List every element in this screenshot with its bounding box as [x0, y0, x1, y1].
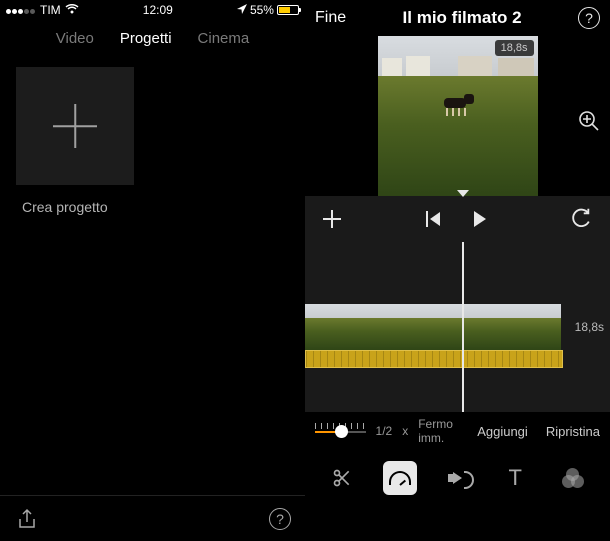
carrier-label: TIM	[40, 3, 61, 17]
add-media-button[interactable]	[323, 210, 341, 228]
clip-duration-badge: 18,8s	[495, 40, 534, 56]
volume-tool[interactable]	[440, 461, 474, 495]
wifi-icon	[65, 3, 79, 17]
volume-icon	[453, 472, 462, 484]
text-tool[interactable]: T	[498, 461, 532, 495]
plus-icon	[323, 210, 341, 228]
reset-button[interactable]: Ripristina	[546, 424, 600, 439]
editor-screen: Fine Il mio filmato 2 ? 18,8s	[305, 0, 610, 541]
filters-tool[interactable]	[556, 461, 590, 495]
preview-frame: 18,8s	[378, 36, 538, 196]
undo-button[interactable]	[570, 206, 592, 233]
playhead-marker	[457, 190, 469, 197]
signal-dots	[6, 3, 36, 17]
done-button[interactable]: Fine	[315, 9, 346, 27]
skip-back-button[interactable]	[426, 211, 440, 227]
tab-video[interactable]: Video	[56, 30, 94, 47]
speed-value: 1/2	[376, 424, 393, 438]
timeline-duration: 18,8s	[575, 320, 604, 334]
status-bar: TIM 12:09 55%	[0, 0, 305, 20]
audio-track[interactable]	[305, 350, 563, 368]
transport-bar	[305, 196, 610, 242]
speedometer-icon	[389, 471, 411, 485]
timeline[interactable]: 18,8s	[305, 242, 610, 412]
play-icon	[474, 211, 486, 227]
help-button[interactable]: ?	[578, 7, 600, 29]
freeze-frame-button[interactable]: Fermo imm.	[418, 417, 467, 445]
editor-header: Fine Il mio filmato 2 ?	[305, 0, 610, 36]
projects-screen: TIM 12:09 55% Video Progetti Cinema Crea…	[0, 0, 305, 541]
tab-progetti[interactable]: Progetti	[120, 30, 172, 47]
clock: 12:09	[143, 3, 173, 17]
speed-controls: 1/2 x Fermo imm. Aggiungi Ripristina	[305, 412, 610, 450]
video-clip[interactable]	[305, 304, 565, 350]
video-preview[interactable]: 18,8s	[305, 36, 610, 196]
playhead[interactable]	[462, 242, 464, 412]
tab-cinema[interactable]: Cinema	[198, 30, 250, 47]
location-icon	[237, 3, 247, 17]
add-button[interactable]: Aggiungi	[477, 424, 528, 439]
bottom-bar: ?	[0, 495, 305, 541]
tab-bar: Video Progetti Cinema	[0, 20, 305, 61]
plus-icon	[53, 104, 97, 148]
speed-slider[interactable]	[315, 421, 366, 441]
battery-pct: 55%	[250, 3, 274, 17]
create-project-tile[interactable]	[16, 67, 134, 185]
help-button[interactable]: ?	[269, 508, 291, 530]
battery-icon	[277, 5, 299, 15]
play-button[interactable]	[474, 211, 486, 227]
export-button[interactable]	[14, 506, 40, 532]
dog	[440, 92, 474, 116]
zoom-button[interactable]	[576, 108, 602, 139]
speed-tool[interactable]	[383, 461, 417, 495]
editor-toolbar: T	[305, 450, 610, 505]
filters-icon	[562, 468, 584, 488]
project-title: Il mio filmato 2	[403, 8, 522, 28]
create-project-label: Crea progetto	[16, 199, 289, 215]
scissors-tool[interactable]	[325, 461, 359, 495]
